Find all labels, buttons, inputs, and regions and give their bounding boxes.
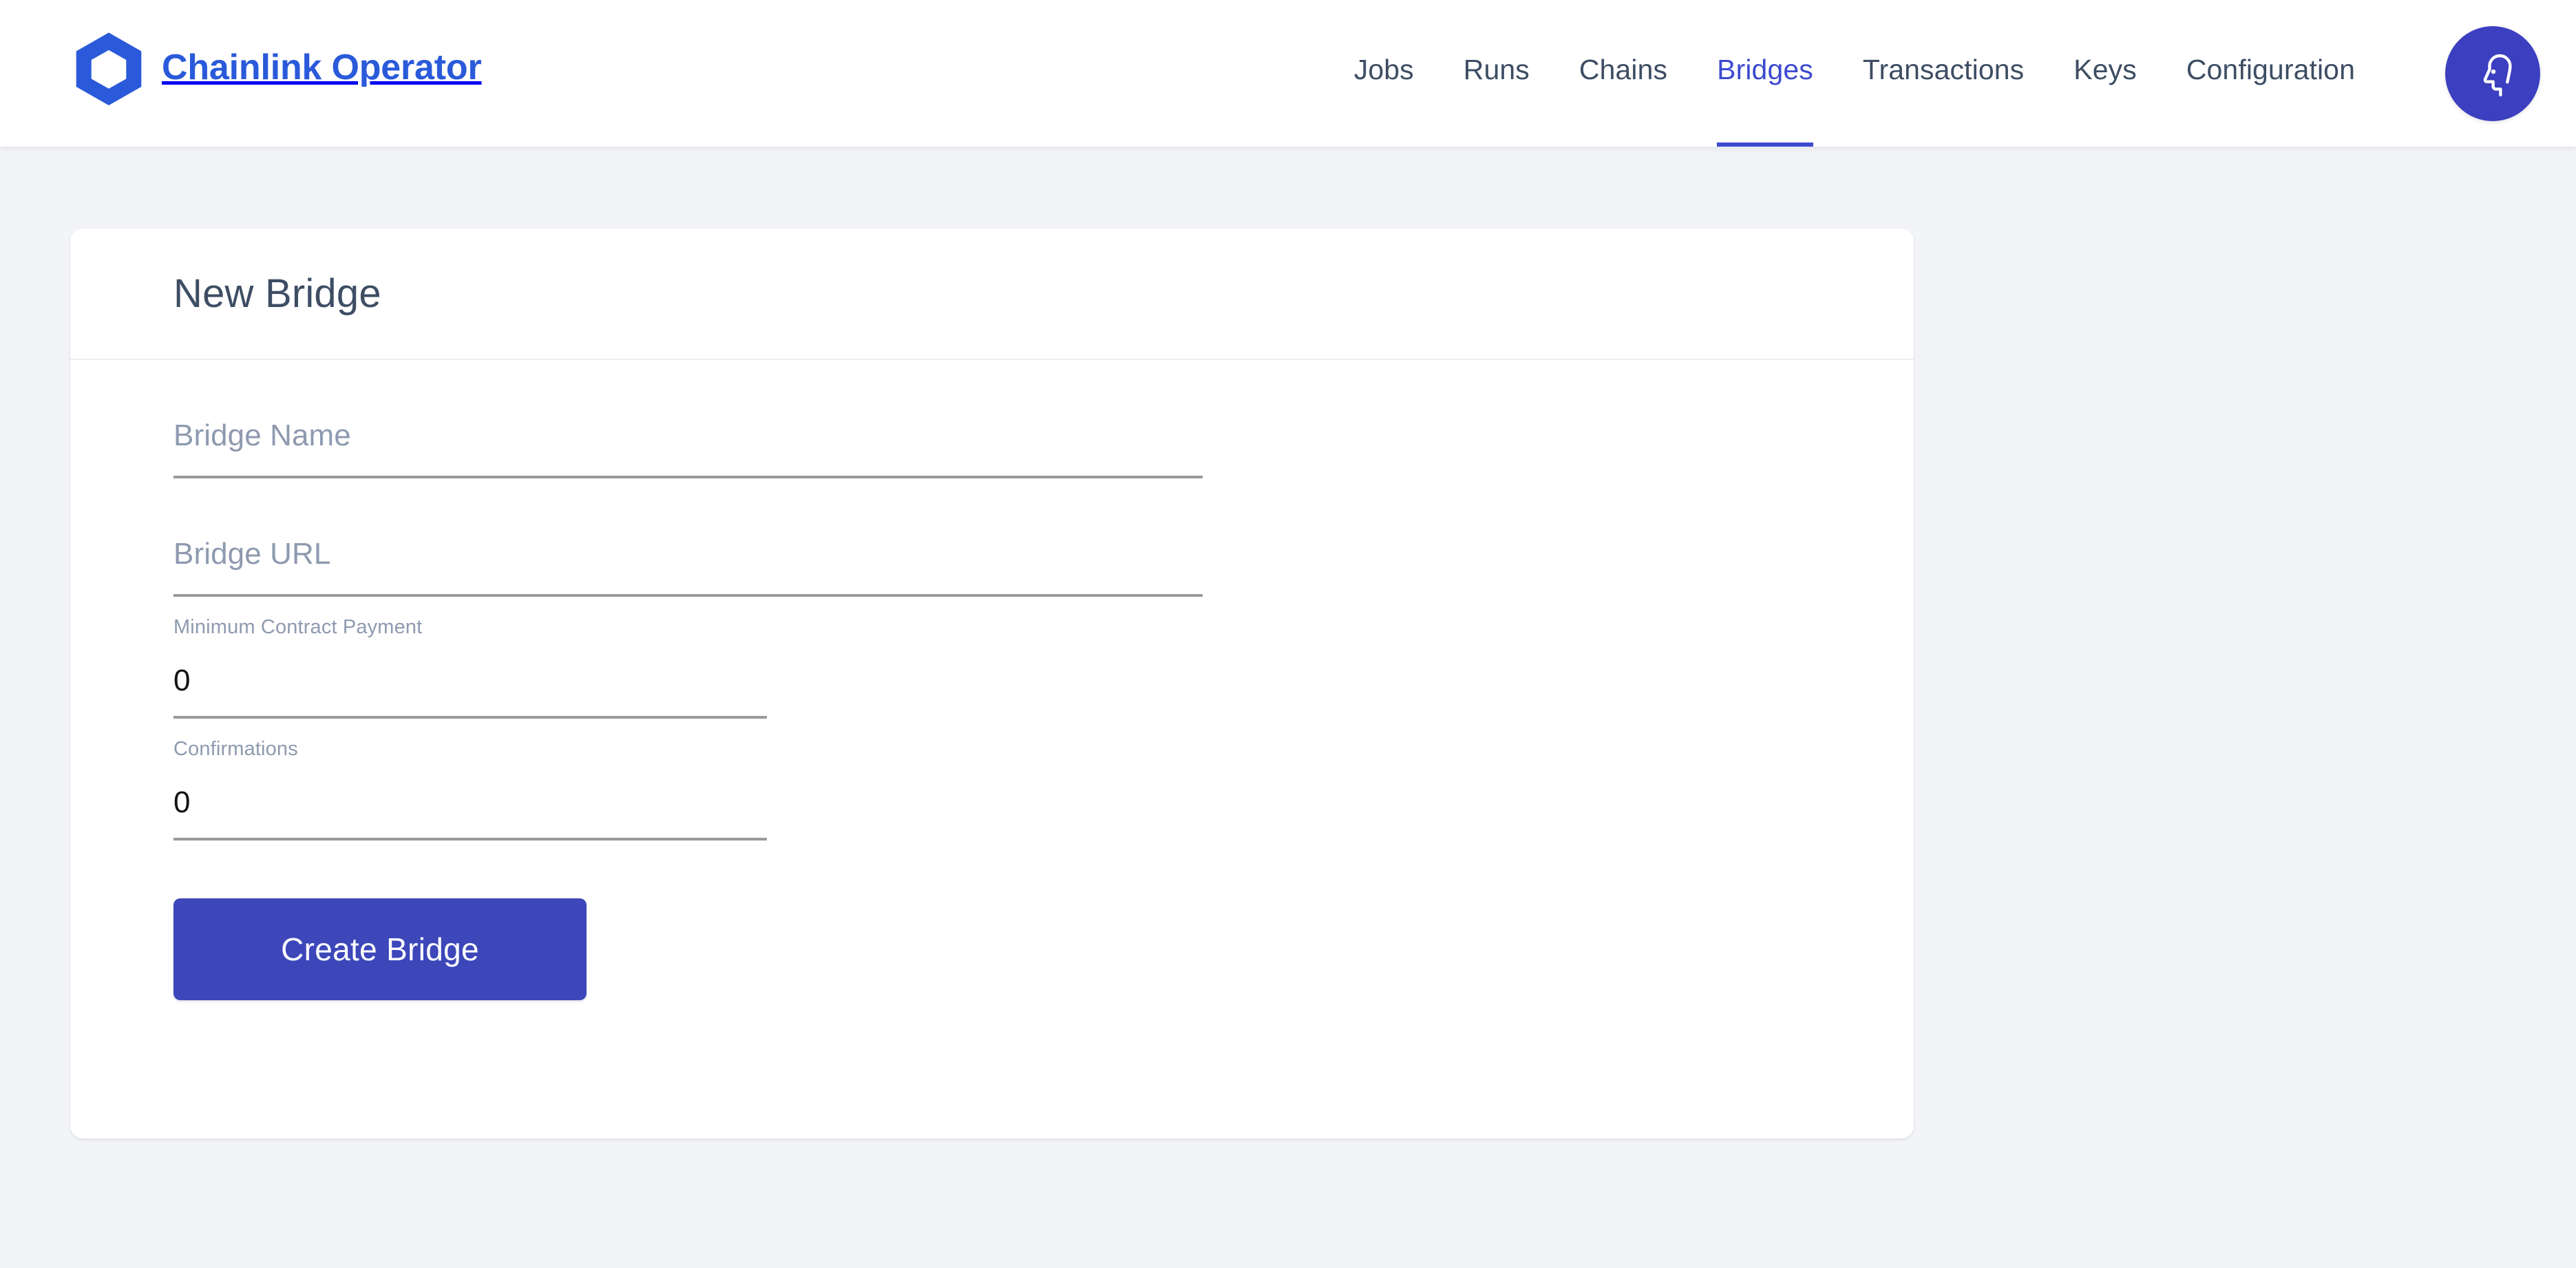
confirmations-underline [173, 838, 767, 841]
main-content: New Bridge Bridge Name Bridge URL Minimu… [0, 147, 2576, 1268]
nav-item-transactions[interactable]: Transactions [1838, 0, 2049, 147]
bridge-url-field[interactable]: Bridge URL [173, 478, 1203, 597]
confirmations-field[interactable]: Confirmations 0 [173, 719, 767, 841]
bridge-name-placeholder: Bridge Name [173, 419, 351, 452]
nav-item-configuration[interactable]: Configuration [2162, 0, 2380, 147]
nav-item-label: Jobs [1353, 54, 1414, 85]
nav-item-runs[interactable]: Runs [1439, 0, 1554, 147]
minimum-contract-payment-label: Minimum Contract Payment [173, 616, 423, 638]
confirmations-input[interactable]: 0 [173, 788, 767, 838]
nav-item-chains[interactable]: Chains [1554, 0, 1692, 147]
page-title: New Bridge [173, 271, 381, 316]
brand-logo-link[interactable]: Chainlink Operator [71, 29, 482, 106]
head-profile-icon [2483, 54, 2512, 97]
new-bridge-form: Bridge Name Bridge URL Minimum Contract … [70, 360, 1914, 1000]
create-bridge-button[interactable]: Create Bridge [173, 898, 587, 1000]
new-bridge-card: New Bridge Bridge Name Bridge URL Minimu… [70, 229, 1914, 1139]
form-actions: Create Bridge [173, 841, 1914, 1000]
minimum-contract-payment-input[interactable]: 0 [173, 666, 767, 716]
nav-item-label: Chains [1579, 54, 1668, 85]
minimum-contract-payment-field[interactable]: Minimum Contract Payment 0 [173, 597, 767, 719]
nav-item-label: Transactions [1862, 54, 2025, 85]
nav-item-label: Runs [1463, 54, 1530, 85]
nav-item-keys[interactable]: Keys [2049, 0, 2162, 147]
confirmations-label: Confirmations [173, 738, 298, 760]
bridge-url-placeholder: Bridge URL [173, 537, 331, 571]
nav-item-label: Keys [2073, 54, 2137, 85]
account-menu-button[interactable] [2445, 26, 2540, 121]
nav-item-label: Bridges [1717, 54, 1813, 85]
bridge-name-field[interactable]: Bridge Name [173, 360, 1203, 478]
app-header: Chainlink Operator Jobs Runs Chains Brid… [0, 0, 2576, 147]
nav-item-label: Configuration [2186, 54, 2355, 85]
nav-item-jobs[interactable]: Jobs [1329, 0, 1439, 147]
main-navigation: Jobs Runs Chains Bridges Transactions Ke… [1329, 0, 2380, 147]
card-header: New Bridge [70, 229, 1914, 360]
nav-item-bridges[interactable]: Bridges [1692, 0, 1838, 147]
chainlink-hexagon-icon [76, 32, 142, 105]
brand-title: Chainlink Operator [162, 47, 482, 87]
